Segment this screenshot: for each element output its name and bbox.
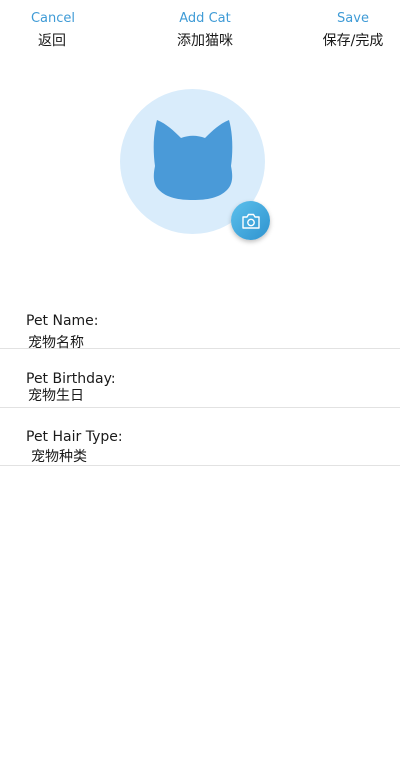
avatar-picker (120, 89, 270, 240)
save-button[interactable]: Save 保存/完成 (312, 10, 394, 51)
pet-name-input[interactable] (28, 332, 368, 352)
page-title-cn: 添加猫咪 (177, 33, 233, 49)
change-photo-button[interactable] (231, 201, 270, 240)
cancel-label-cn: 返回 (38, 33, 66, 49)
pet-hair-type-label: Pet Hair Type: (26, 429, 123, 445)
save-label: Save (337, 11, 369, 26)
pet-hair-type-input[interactable] (31, 446, 371, 466)
cancel-button[interactable]: Cancel 返回 (22, 10, 84, 51)
camera-icon (241, 213, 260, 229)
page-title-en: Add Cat (179, 11, 231, 26)
pet-hair-type-row: Pet Hair Type: (0, 424, 400, 466)
cat-head-icon (153, 119, 232, 200)
pet-name-label: Pet Name: (26, 313, 99, 329)
pet-name-row: Pet Name: (0, 306, 400, 352)
save-label-cn: 保存/完成 (322, 33, 384, 49)
cancel-label: Cancel (30, 11, 76, 26)
pet-birthday-row: Pet Birthday: (0, 364, 400, 408)
top-nav-bar: Cancel 返回 Add Cat 添加猫咪 Save 保存/完成 (0, 0, 400, 60)
page-title: Add Cat 添加猫咪 (160, 10, 250, 51)
pet-birthday-input[interactable] (28, 385, 368, 405)
add-cat-screen: Cancel 返回 Add Cat 添加猫咪 Save 保存/完成 Pet Na… (0, 0, 400, 777)
